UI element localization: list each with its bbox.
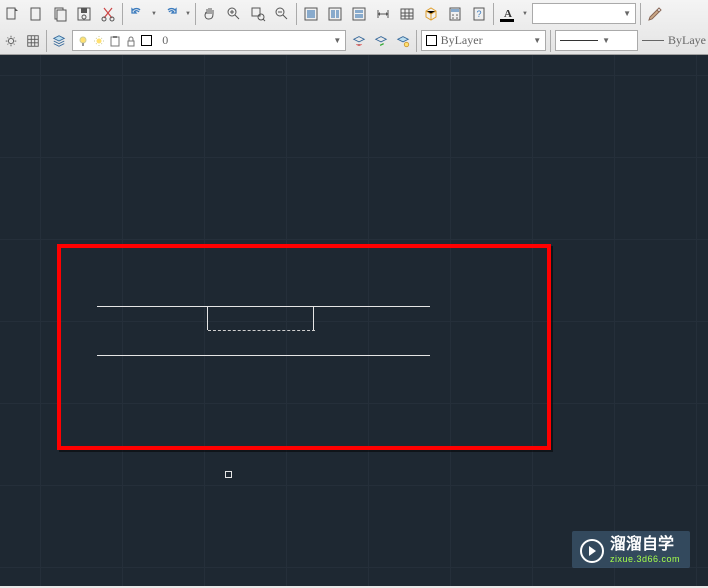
toolbars: ▼ ▼ [0, 0, 708, 55]
clipboard-icon [109, 35, 121, 47]
redo-icon [163, 6, 179, 22]
settings-button[interactable] [1, 30, 21, 52]
cut-button[interactable] [97, 3, 119, 25]
new-button[interactable] [25, 3, 47, 25]
lineweight-combo[interactable]: ▼ [555, 30, 638, 51]
line-entity[interactable] [97, 355, 430, 356]
chevron-down-icon: ▼ [333, 36, 341, 45]
pan-button[interactable] [199, 3, 221, 25]
watermark-subtitle: zixue.3d66.com [610, 555, 680, 564]
help-button[interactable]: ? [468, 3, 490, 25]
zoom-realtime-icon [226, 6, 242, 22]
toolbar-row-2: 0 ▼ ByLayer ▼ ▼ ByLaye [0, 27, 708, 54]
selection-box [207, 307, 314, 330]
annotation-highlight-rect [57, 244, 551, 450]
save-button[interactable] [73, 3, 95, 25]
layer-combo-value: 0 [162, 33, 333, 48]
chevron-down-icon: ▼ [602, 36, 610, 45]
play-icon [580, 539, 604, 563]
watermark-text: 溜溜自学 zixue.3d66.com [610, 537, 680, 564]
svg-text:?: ? [476, 9, 481, 19]
layer-properties-icon [52, 34, 66, 48]
lineweight-preview [560, 40, 598, 41]
crosshair-cursor [225, 471, 232, 478]
modelspace-button[interactable] [300, 3, 322, 25]
square-swatch-icon [141, 35, 152, 46]
lightbulb-on-icon [77, 35, 89, 47]
dim-button[interactable] [372, 3, 394, 25]
grid-toggle-button[interactable] [23, 30, 43, 52]
new-icon [28, 6, 44, 22]
modelspace-icon [303, 6, 319, 22]
open-icon [52, 6, 68, 22]
zoom-extents-icon [274, 6, 290, 22]
color-combo[interactable]: ByLayer ▼ [421, 30, 547, 51]
watermark: 溜溜自学 zixue.3d66.com [572, 531, 690, 568]
layer-match-icon [352, 34, 366, 48]
lineweight-text: ByLaye [668, 33, 706, 48]
dim-icon [375, 6, 391, 22]
layout2-button[interactable] [348, 3, 370, 25]
help-icon: ? [471, 6, 487, 22]
layer-match-button[interactable] [349, 30, 369, 52]
settings-icon [4, 34, 18, 48]
layer-previous-button[interactable] [371, 30, 391, 52]
layer-combo[interactable]: 0 ▼ [72, 30, 346, 51]
layout2-icon [351, 6, 367, 22]
chevron-down-icon: ▼ [623, 9, 631, 18]
watermark-title: 溜溜自学 [610, 537, 680, 553]
layout1-button[interactable] [324, 3, 346, 25]
block-button[interactable] [420, 3, 442, 25]
layer-properties-button[interactable] [49, 30, 69, 52]
lock-icon [125, 35, 137, 47]
zoom-window-icon [250, 6, 266, 22]
undo-icon [129, 6, 145, 22]
layer-isolate-button[interactable] [393, 30, 413, 52]
lineweight-line [642, 40, 664, 41]
grid-icon [26, 34, 40, 48]
qnew-icon [4, 6, 20, 22]
block-icon [423, 6, 439, 22]
dashed-line [208, 330, 315, 331]
save-icon [76, 6, 92, 22]
toolbar-row-1: ▼ ▼ [0, 0, 708, 27]
pan-icon [202, 6, 218, 22]
layer-previous-icon [374, 34, 388, 48]
redo-button[interactable] [160, 3, 182, 25]
zoom-window-button[interactable] [247, 3, 269, 25]
open-button[interactable] [49, 3, 71, 25]
color-combo-value: ByLayer [441, 33, 534, 48]
paint-button[interactable] [644, 3, 666, 25]
text-color-button[interactable]: A [497, 3, 519, 25]
undo-dropdown[interactable]: ▼ [149, 3, 159, 25]
lineweight-display: ByLaye [642, 30, 706, 51]
zoom-extents-button[interactable] [271, 3, 293, 25]
drawing-canvas[interactable]: 溜溜自学 zixue.3d66.com [0, 55, 708, 586]
color-swatch [426, 35, 437, 46]
table-icon [399, 6, 415, 22]
cut-icon [100, 6, 116, 22]
text-color-swatch [500, 19, 514, 22]
redo-dropdown[interactable]: ▼ [183, 3, 193, 25]
paint-icon [647, 6, 663, 22]
text-color-dropdown[interactable]: ▼ [520, 3, 530, 25]
chevron-down-icon: ▼ [533, 36, 541, 45]
style-combo[interactable]: ▼ [532, 3, 636, 24]
qnew-button[interactable] [1, 3, 23, 25]
layer-state-icons [77, 35, 156, 47]
calc-icon [447, 6, 463, 22]
zoom-realtime-button[interactable] [223, 3, 245, 25]
undo-button[interactable] [126, 3, 148, 25]
calc-button[interactable] [444, 3, 466, 25]
table-button[interactable] [396, 3, 418, 25]
layout-icon [327, 6, 343, 22]
sun-icon [93, 35, 105, 47]
layer-isolate-icon [396, 34, 410, 48]
